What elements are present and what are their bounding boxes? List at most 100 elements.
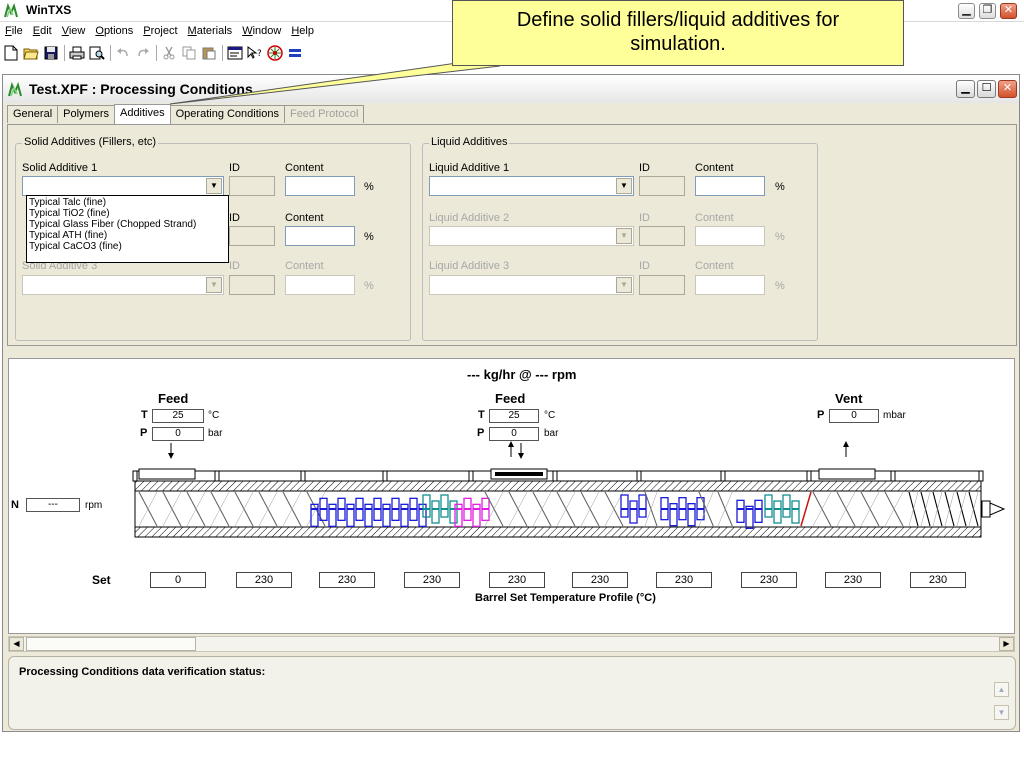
extruder-screw-diagram (132, 441, 1006, 538)
child-minimize-button[interactable]: ▁ (956, 80, 975, 98)
menu-window[interactable]: Window (237, 23, 286, 37)
vent-pressure[interactable]: 0 (829, 409, 879, 423)
chevron-down-icon: ▼ (997, 708, 1006, 717)
vent-opening (818, 468, 876, 480)
callout-line-2: simulation. (630, 33, 726, 55)
feed-1-t-label: T (141, 409, 148, 421)
status-scroll-down-button[interactable]: ▼ (994, 705, 1009, 720)
zone-temperature-input[interactable]: 230 (910, 572, 966, 588)
barrel-flange (132, 470, 138, 482)
menu-materials[interactable]: Materials (183, 23, 238, 37)
zone-temperature-input[interactable]: 230 (741, 572, 797, 588)
zone-temperature-input[interactable]: 0 (150, 572, 206, 588)
zone-temperature-input[interactable]: 230 (656, 572, 712, 588)
zone-temperature-input[interactable]: 230 (404, 572, 460, 588)
barrel-flange (890, 470, 896, 482)
menu-edit[interactable]: Edit (28, 23, 57, 37)
menu-options[interactable]: Options (90, 23, 138, 37)
dropdown-option-glass-fiber[interactable]: Typical Glass Fiber (Chopped Strand) (27, 219, 228, 230)
tab-feed-protocol[interactable]: Feed Protocol (283, 105, 365, 123)
restore-icon: ❐ (982, 4, 993, 16)
barrel-top-wall (134, 480, 982, 492)
horizontal-scrollbar[interactable]: ◀ ▶ (8, 636, 1015, 652)
menu-help[interactable]: Help (286, 23, 319, 37)
solid-additives-legend: Solid Additives (Fillers, etc) (22, 136, 159, 148)
restore-button[interactable]: ❐ (979, 3, 996, 19)
solid-id-label: ID (229, 162, 240, 174)
dropdown-option-ath[interactable]: Typical ATH (fine) (27, 230, 228, 241)
zone-temperature-input[interactable]: 230 (236, 572, 292, 588)
chevron-down-icon[interactable]: ▼ (616, 277, 632, 293)
liquid-additive-2-select[interactable]: ▼ (429, 226, 634, 246)
barrel-flange (806, 470, 812, 482)
feed-1-temperature[interactable]: 25 (152, 409, 204, 423)
new-button[interactable] (2, 44, 20, 62)
solid-additive-3-select[interactable]: ▼ (22, 275, 224, 295)
solid-additive-1-select[interactable]: ▼ (22, 176, 224, 196)
feed-1-p-label: P (140, 427, 148, 439)
equals-button[interactable] (286, 44, 304, 62)
dropdown-option-caco3[interactable]: Typical CaCO3 (fine) (27, 241, 228, 252)
open-button[interactable] (22, 44, 40, 62)
print-preview-button[interactable] (88, 44, 106, 62)
child-title-bar: Test.XPF : Processing Conditions ▁ ☐ ✕ (3, 75, 1019, 103)
menu-project[interactable]: Project (138, 23, 182, 37)
menu-file[interactable]: File (0, 23, 28, 37)
feed-2-temperature[interactable]: 25 (489, 409, 539, 423)
verification-status-panel: Processing Conditions data verification … (8, 656, 1016, 730)
tab-additives[interactable]: Additives (113, 104, 171, 124)
zone-temperature-input[interactable]: 230 (825, 572, 881, 588)
solid-additive-1-unit: % (364, 181, 374, 193)
liquid-additive-1-content[interactable] (695, 176, 765, 196)
scroll-right-button[interactable]: ▶ (999, 637, 1014, 651)
help-pointer-button[interactable]: ? (246, 44, 264, 62)
barrel-flange (382, 470, 388, 482)
zone-temperature-input[interactable]: 230 (319, 572, 375, 588)
cut-button[interactable] (160, 44, 178, 62)
chevron-down-icon[interactable]: ▼ (616, 228, 632, 244)
solid-additive-2-id (229, 226, 275, 246)
solid-additive-dropdown-list: Typical Talc (fine) Typical TiO2 (fine) … (26, 195, 229, 263)
tab-operating-conditions[interactable]: Operating Conditions (169, 105, 285, 123)
status-scroll-up-button[interactable]: ▲ (994, 682, 1009, 697)
scroll-left-button[interactable]: ◀ (9, 637, 24, 651)
liquid-additive-2-content[interactable] (695, 226, 765, 246)
undo-button[interactable] (114, 44, 132, 62)
child-maximize-button[interactable]: ☐ (977, 80, 996, 98)
simulate-button[interactable] (266, 44, 284, 62)
solid-additive-3-content[interactable] (285, 275, 355, 295)
close-button[interactable]: ✕ (1000, 3, 1017, 19)
menu-view[interactable]: View (57, 23, 91, 37)
vent-arrow-icon (843, 441, 849, 457)
tab-general[interactable]: General (7, 105, 59, 123)
dropdown-option-tio2[interactable]: Typical TiO2 (fine) (27, 208, 228, 219)
liquid-additive-3-select[interactable]: ▼ (429, 275, 634, 295)
chevron-down-icon[interactable]: ▼ (206, 178, 222, 194)
redo-button[interactable] (134, 44, 152, 62)
chevron-down-icon[interactable]: ▼ (616, 178, 632, 194)
copy-button[interactable] (180, 44, 198, 62)
liquid-additive-1-select[interactable]: ▼ (429, 176, 634, 196)
paste-button[interactable] (200, 44, 218, 62)
child-close-button[interactable]: ✕ (998, 80, 1017, 98)
chevron-down-icon[interactable]: ▼ (206, 277, 222, 293)
minimize-button[interactable]: ▁ (958, 3, 975, 19)
print-button[interactable] (68, 44, 86, 62)
barrel-flange (720, 470, 726, 482)
properties-button[interactable] (226, 44, 244, 62)
zone-temperature-input[interactable]: 230 (489, 572, 545, 588)
solid-additive-2-content[interactable] (285, 226, 355, 246)
verification-status-text: Processing Conditions data verification … (19, 666, 266, 678)
tab-polymers[interactable]: Polymers (57, 105, 115, 123)
solid-id-label: ID (229, 260, 240, 272)
liquid-additive-3-label: Liquid Additive 3 (429, 260, 510, 272)
minimize-icon: ▁ (961, 82, 970, 94)
save-button[interactable] (42, 44, 60, 62)
liquid-additive-3-content[interactable] (695, 275, 765, 295)
dropdown-option-talc[interactable]: Typical Talc (fine) (27, 197, 228, 208)
barrel-flange (636, 470, 642, 482)
scroll-thumb[interactable] (26, 637, 196, 651)
zone-temperature-input[interactable]: 230 (572, 572, 628, 588)
solid-additive-1-content[interactable] (285, 176, 355, 196)
toolbar-separator (156, 45, 157, 61)
